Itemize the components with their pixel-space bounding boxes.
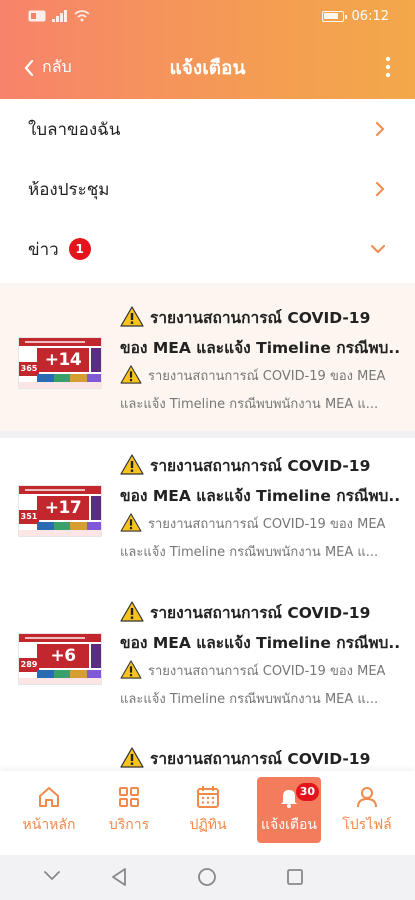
news-title-line2: ของ MEA และแจ้ง Timeline กรณีพบ...: [120, 487, 400, 505]
back-triangle-icon[interactable]: [110, 867, 128, 887]
nav-label: โปรไฟล์: [342, 817, 392, 833]
notification-menu: ใบลาของฉัน ห้องประชุม ข่าว 1: [0, 99, 415, 283]
news-title-line2: ของ MEA และแจ้ง Timeline กรณีพบ...: [120, 339, 400, 357]
news-desc-line2: และแจ้ง Timeline กรณีพบพนักงาน MEA แ...: [120, 545, 379, 560]
bottom-navigation: หน้าหลัก บริการ ปฏิทิน 30 แจ้งเตือน โปรไ…: [0, 771, 415, 855]
notification-count-badge: 30: [295, 783, 319, 801]
warning-icon: [120, 660, 142, 679]
news-list: 365 +14 รายงานสถานการณ์ COVID-19 ของ MEA…: [0, 283, 415, 783]
calendar-icon: [197, 786, 219, 808]
news-count-badge: 1: [68, 238, 91, 260]
status-time: 06:12: [351, 9, 389, 24]
battery-icon: [321, 11, 347, 22]
warning-icon: [120, 747, 144, 768]
news-desc-line1: รายงานสถานการณ์ COVID-19 ของ MEA: [148, 517, 386, 532]
app-bar: กลับ แจ้งเตือน: [0, 36, 415, 99]
news-card[interactable]: 351 +17 รายงานสถานการณ์ COVID-19 ของ MEA…: [0, 438, 415, 586]
nav-profile[interactable]: โปรไฟล์: [335, 777, 399, 843]
nav-label: บริการ: [108, 817, 150, 833]
more-options-icon[interactable]: [383, 56, 393, 78]
nav-label: หน้าหลัก: [22, 817, 76, 833]
home-circle-icon[interactable]: [197, 867, 217, 887]
nav-label: แจ้งเตือน: [261, 817, 317, 833]
chevron-right-icon: [376, 182, 384, 196]
news-thumbnail: 289 +6: [18, 633, 102, 685]
menu-item-label: ใบลาของฉัน: [28, 119, 121, 140]
user-icon: [357, 787, 377, 808]
news-desc-line2: และแจ้ง Timeline กรณีพบพนักงาน MEA แ...: [120, 692, 379, 707]
news-desc-line2: และแจ้ง Timeline กรณีพบพนักงาน MEA แ...: [120, 397, 379, 412]
news-thumbnail: 365 +14: [18, 337, 102, 389]
nav-home[interactable]: หน้าหลัก: [17, 777, 81, 843]
grid-icon: [119, 787, 139, 807]
menu-item-news[interactable]: ข่าว 1: [0, 219, 415, 279]
news-title-line2: ของ MEA และแจ้ง Timeline กรณีพบ...: [120, 634, 400, 652]
news-card[interactable]: 365 +14 รายงานสถานการณ์ COVID-19 ของ MEA…: [0, 283, 415, 431]
page-title: แจ้งเตือน: [169, 57, 246, 79]
nav-label: ปฏิทิน: [189, 817, 227, 833]
chevron-right-icon: [376, 122, 384, 136]
news-title-line1: รายงานสถานการณ์ COVID-19: [150, 750, 371, 768]
nav-services[interactable]: บริการ: [97, 777, 161, 843]
news-desc-line1: รายงานสถานการณ์ COVID-19 ของ MEA: [148, 664, 386, 679]
news-desc-line1: รายงานสถานการณ์ COVID-19 ของ MEA: [148, 369, 386, 384]
chevron-down-icon: [371, 245, 385, 253]
warning-icon: [120, 601, 144, 622]
status-bar: 06:12: [0, 0, 415, 36]
menu-item-leave[interactable]: ใบลาของฉัน: [0, 99, 415, 159]
news-title-line1: รายงานสถานการณ์ COVID-19: [150, 604, 371, 622]
news-card[interactable]: 289 +6 รายงานสถานการณ์ COVID-19 ของ MEA …: [0, 586, 415, 734]
app-header: 06:12 กลับ แจ้งเตือน: [0, 0, 415, 99]
news-title-line1: รายงานสถานการณ์ COVID-19: [150, 309, 371, 327]
home-icon: [39, 787, 59, 807]
menu-item-meeting-room[interactable]: ห้องประชุม: [0, 159, 415, 219]
signal-icon: [52, 10, 67, 22]
news-thumbnail: 351 +17: [18, 485, 102, 537]
chevron-down-icon[interactable]: [44, 871, 60, 881]
wifi-icon: [74, 10, 90, 22]
nav-calendar[interactable]: ปฏิทิน: [176, 777, 240, 843]
warning-icon: [120, 454, 144, 475]
warning-icon: [120, 365, 142, 384]
warning-icon: [120, 513, 142, 532]
news-title-line1: รายงานสถานการณ์ COVID-19: [150, 457, 371, 475]
nav-notifications[interactable]: 30 แจ้งเตือน: [257, 777, 321, 843]
menu-item-label: ข่าว: [28, 239, 59, 260]
menu-item-label: ห้องประชุม: [28, 179, 110, 200]
sim-icon: [28, 10, 46, 22]
system-navigation-bar: [0, 855, 415, 900]
warning-icon: [120, 306, 144, 327]
recent-apps-icon[interactable]: [286, 868, 304, 886]
